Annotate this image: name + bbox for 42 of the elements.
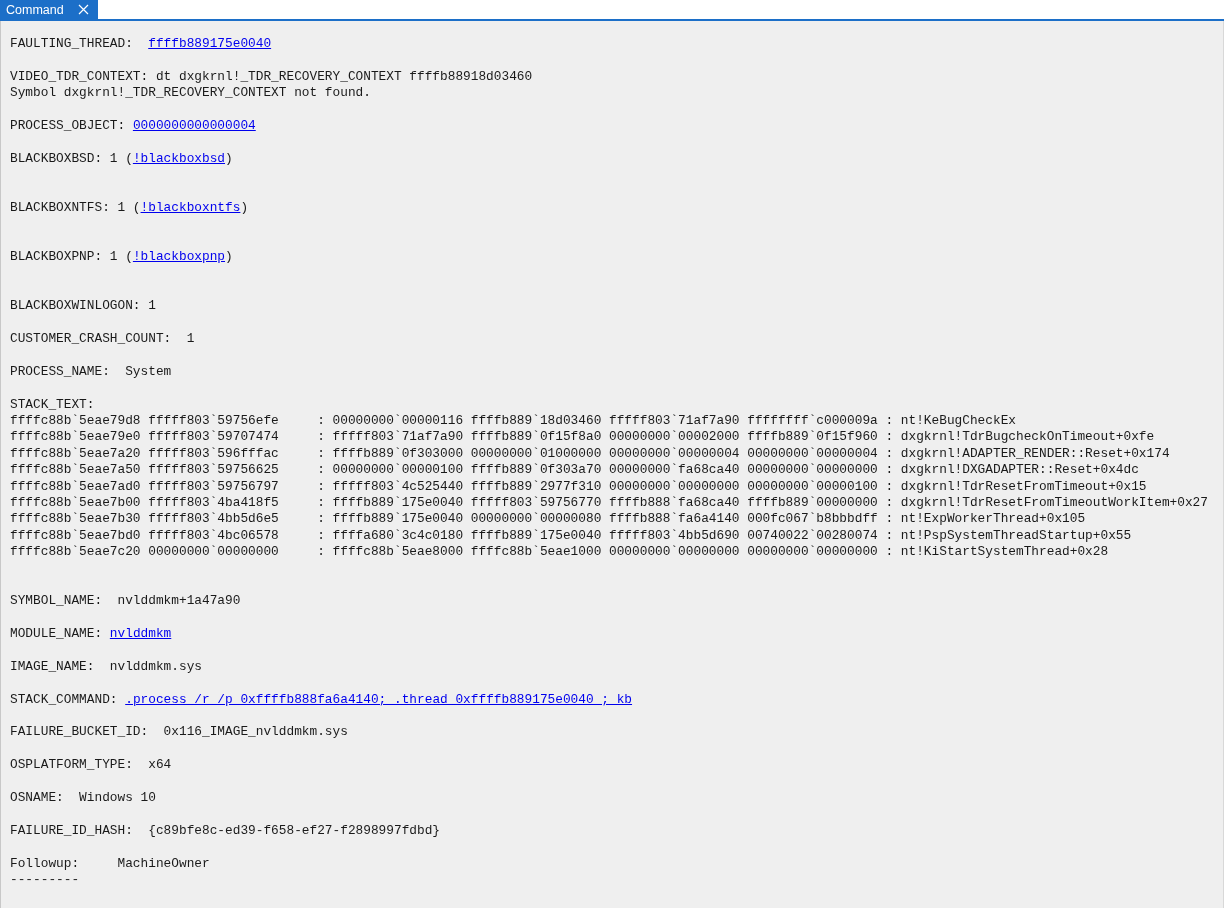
link[interactable]: ffffb889175e0040 — [148, 36, 272, 51]
output-line: STACK_TEXT: — [10, 396, 96, 413]
output-line: ffffc88b`5eae7a50 fffff803`59756625 : 00000000`00000100 ffffb889`0f303a70 00000000`fa68ca40 00000000`00000000 : dxgkrnl!DXGADAPTER::Reset+0x4dc — [10, 462, 1140, 479]
output-line: BLACKBOXWINLOGON: 1 — [10, 298, 157, 315]
output-line: ffffc88b`5eae7ad0 fffff803`59756797 : fffff803`4c525440 ffffb889`2977f310 00000000`00000000 00000000`00000100 : dxgkrnl!TdrResetFromTimeout+0x15 — [10, 478, 1148, 495]
close-icon[interactable] — [77, 4, 89, 15]
link[interactable]: .process /r /p 0xffffb888fa6a4140; .thread 0xffffb889175e0040 ; kb — [125, 691, 633, 707]
output-text: ) — [240, 199, 249, 215]
output-text: BLACKBOXBSD: 1 ( — [10, 150, 133, 166]
output-line: CUSTOMER_CRASH_COUNT: 1 — [10, 331, 196, 348]
output-text: BLACKBOXNTFS: 1 ( — [10, 199, 141, 215]
output-line: IMAGE_NAME: nvlddmkm.sys — [10, 658, 203, 676]
output-line: OSNAME: Windows 10 — [10, 789, 157, 807]
link[interactable]: !blackboxbsd — [132, 150, 226, 166]
command-tab[interactable]: Command — [0, 0, 98, 19]
output-text: BLACKBOXPNP: 1 ( — [10, 249, 133, 265]
output-text: MODULE_NAME: — [10, 626, 104, 642]
output-line: FAILURE_BUCKET_ID: 0x116_IMAGE_nvlddmkm.sys — [10, 724, 349, 741]
link[interactable]: nvlddmkm — [109, 626, 172, 642]
link[interactable]: 0000000000000004 — [132, 117, 256, 133]
output-line: ffffc88b`5eae7a20 fffff803`596fffac : ffffb889`0f303000 00000000`01000000 00000000`00000004 00000000`00000004 : dxgkrnl!ADAPTER_RENDER::Reset+0x174 — [10, 445, 1171, 463]
output-line: ffffc88b`5eae7b30 fffff803`4bb5d6e5 : ffffb889`175e0040 00000000`00000080 ffffb888`fa6a4140 000fc067`b8bbbdff : nt!ExpWorkerThread+0x105 — [10, 511, 1087, 528]
output-line: Followup: MachineOwner — [10, 855, 211, 872]
output-text: PROCESS_OBJECT: — [10, 117, 127, 133]
output-line: ffffc88b`5eae79d8 fffff803`59756efe : 00000000`00000116 ffffb889`18d03460 fffff803`71af7a90 ffffffff`c000009a : nt!KeBugCheckEx — [10, 413, 1017, 430]
output-line: OSPLATFORM_TYPE: x64 — [10, 757, 173, 774]
output-line: ffffc88b`5eae7c20 00000000`00000000 : ffffc88b`5eae8000 ffffc88b`5eae1000 00000000`00000000 00000000`00000000 : nt!KiStartSystemThread+0x28 — [10, 544, 1110, 561]
output-line: ffffc88b`5eae79e0 fffff803`59707474 : fffff803`71af7a90 ffffb889`0f15f8a0 00000000`00002000 ffffb889`0f15f960 : dxgkrnl!TdrBugcheckOnTimeout+0xfe — [10, 429, 1156, 446]
output-text: STACK_COMMAND: — [10, 691, 119, 707]
output-line: VIDEO_TDR_CONTEXT: dt dxgkrnl!_TDR_RECOVERY_CONTEXT ffffb88918d03460 — [10, 68, 534, 86]
output-text: FAULTING_THREAD: — [10, 36, 134, 51]
link[interactable]: !blackboxpnp — [132, 249, 226, 265]
output-line: PROCESS_NAME: System — [10, 363, 173, 381]
output-line: --------- — [10, 871, 81, 889]
output-text: ) — [225, 249, 233, 265]
link[interactable]: !blackboxntfs — [140, 199, 241, 215]
output-text: ) — [225, 150, 233, 166]
output-line: Symbol dxgkrnl!_TDR_RECOVERY_CONTEXT not found. — [10, 85, 372, 102]
output-line: FAILURE_ID_HASH: {c89bfe8c-ed39-f658-ef27-f2898997fdbd} — [10, 822, 442, 840]
output-line: ffffc88b`5eae7b00 fffff803`4ba418f5 : ffffb889`175e0040 fffff803`59756770 ffffb888`fa68ca40 ffffb889`00000000 : dxgkrnl!TdrResetFromTimeoutWorkItem+0x27 — [10, 494, 1209, 512]
output-line: ffffc88b`5eae7bd0 fffff803`4bc06578 : ffffa680`3c4c0180 ffffb889`175e0040 fffff803`4bb5d690 00740022`00280074 : nt!PspSystemThreadStartup+0x55 — [10, 527, 1133, 545]
output-line: SYMBOL_NAME: nvlddmkm+1a47a90 — [10, 593, 242, 610]
